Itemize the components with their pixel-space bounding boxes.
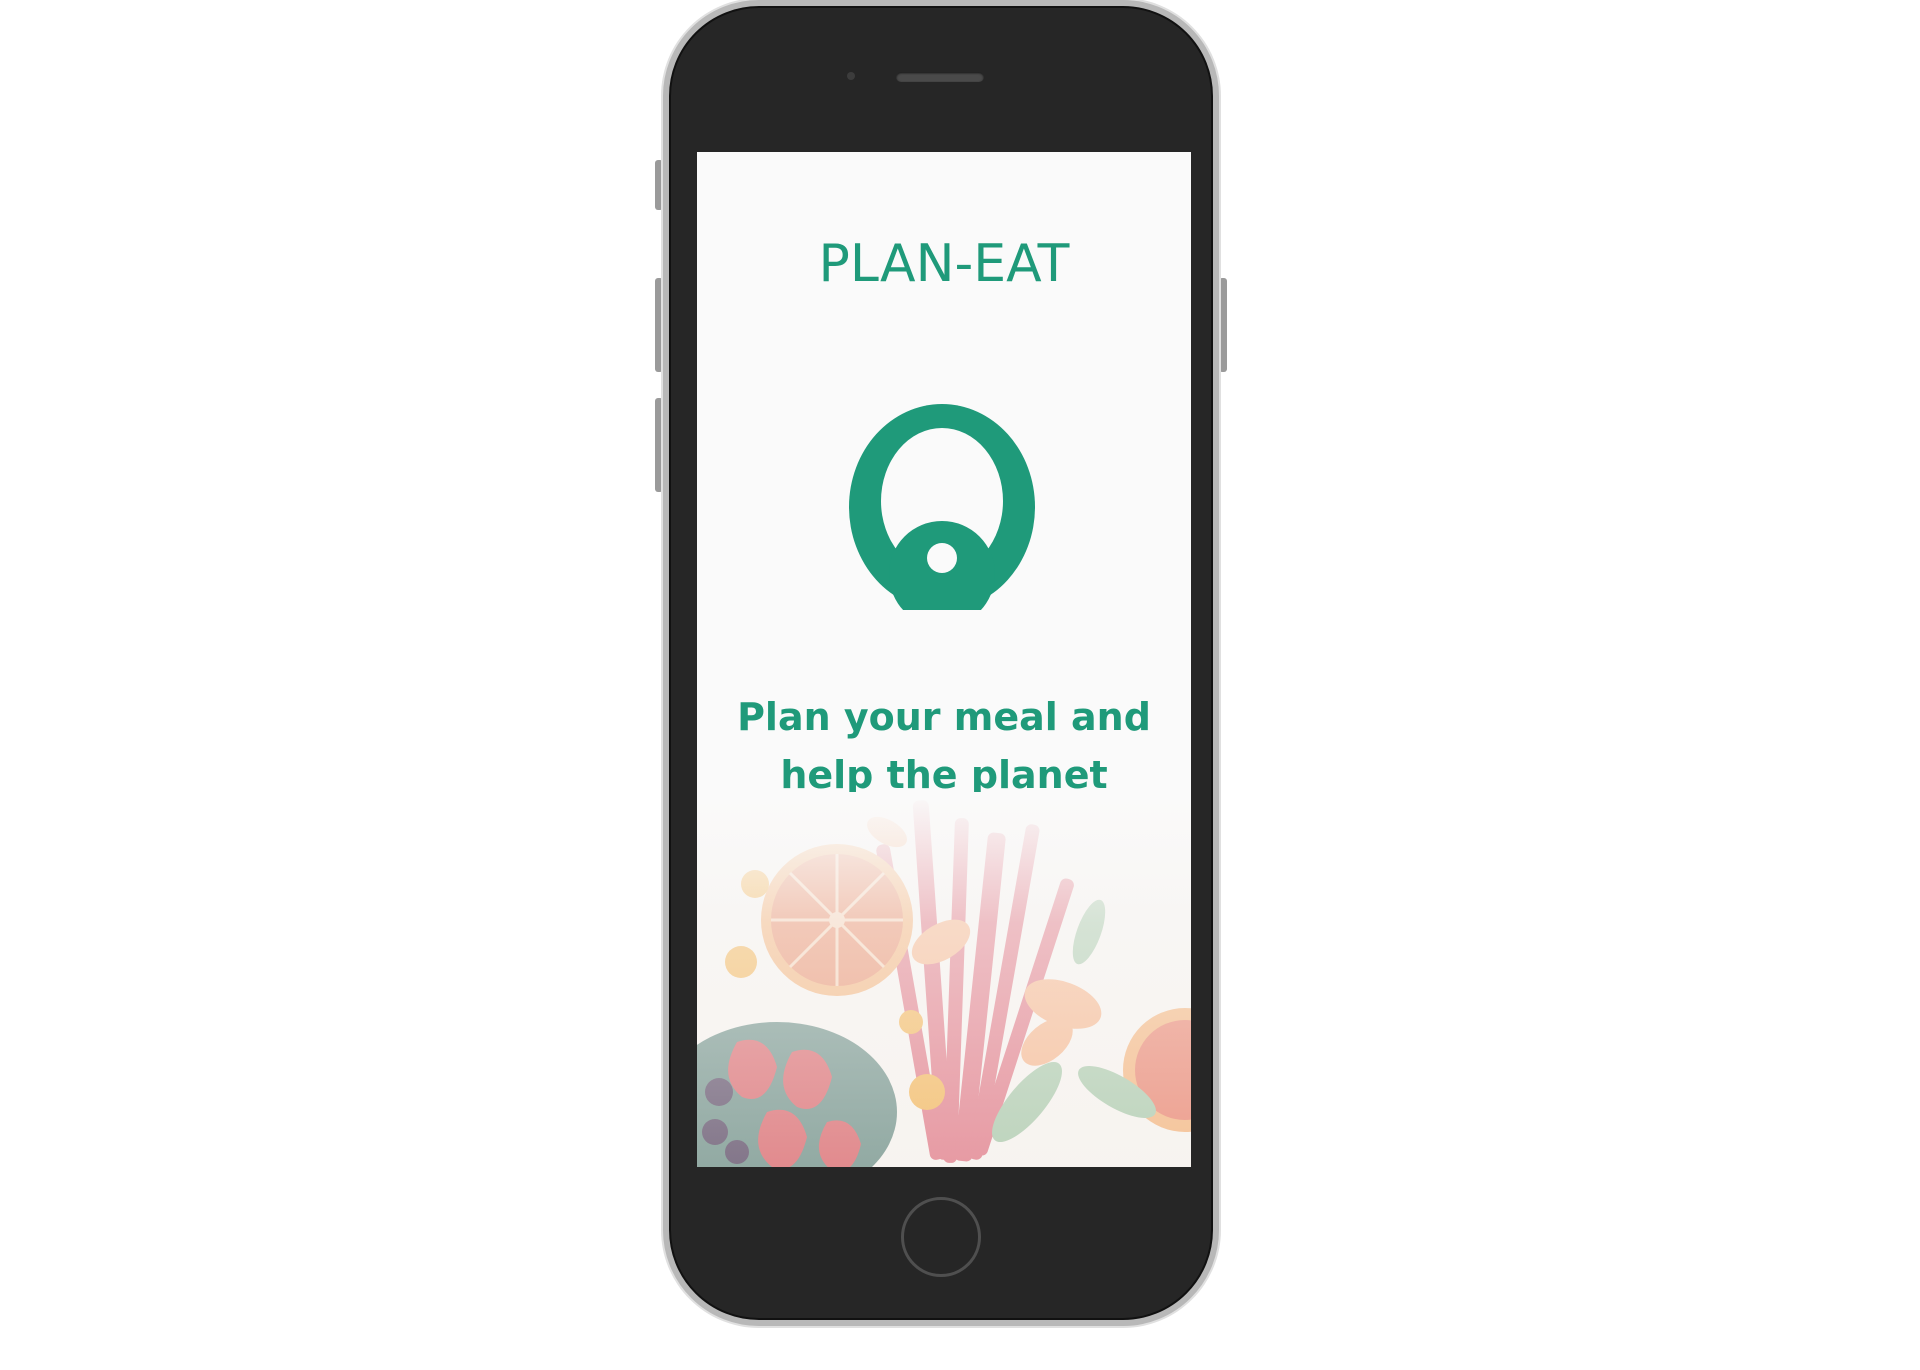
food-photo [697, 792, 1191, 1167]
app-screen: PLAN-EAT Plan your meal and help the pla… [697, 152, 1191, 1167]
plan-eat-logo-icon [849, 404, 1035, 610]
home-button[interactable] [901, 1197, 981, 1277]
mute-switch [655, 160, 663, 210]
front-camera [847, 72, 855, 80]
app-tagline: Plan your meal and help the planet [737, 695, 1151, 797]
volume-down-button [655, 398, 663, 492]
earpiece-speaker [896, 72, 984, 82]
volume-up-button [655, 278, 663, 372]
app-title: PLAN-EAT [818, 234, 1070, 294]
power-button [1219, 278, 1227, 372]
